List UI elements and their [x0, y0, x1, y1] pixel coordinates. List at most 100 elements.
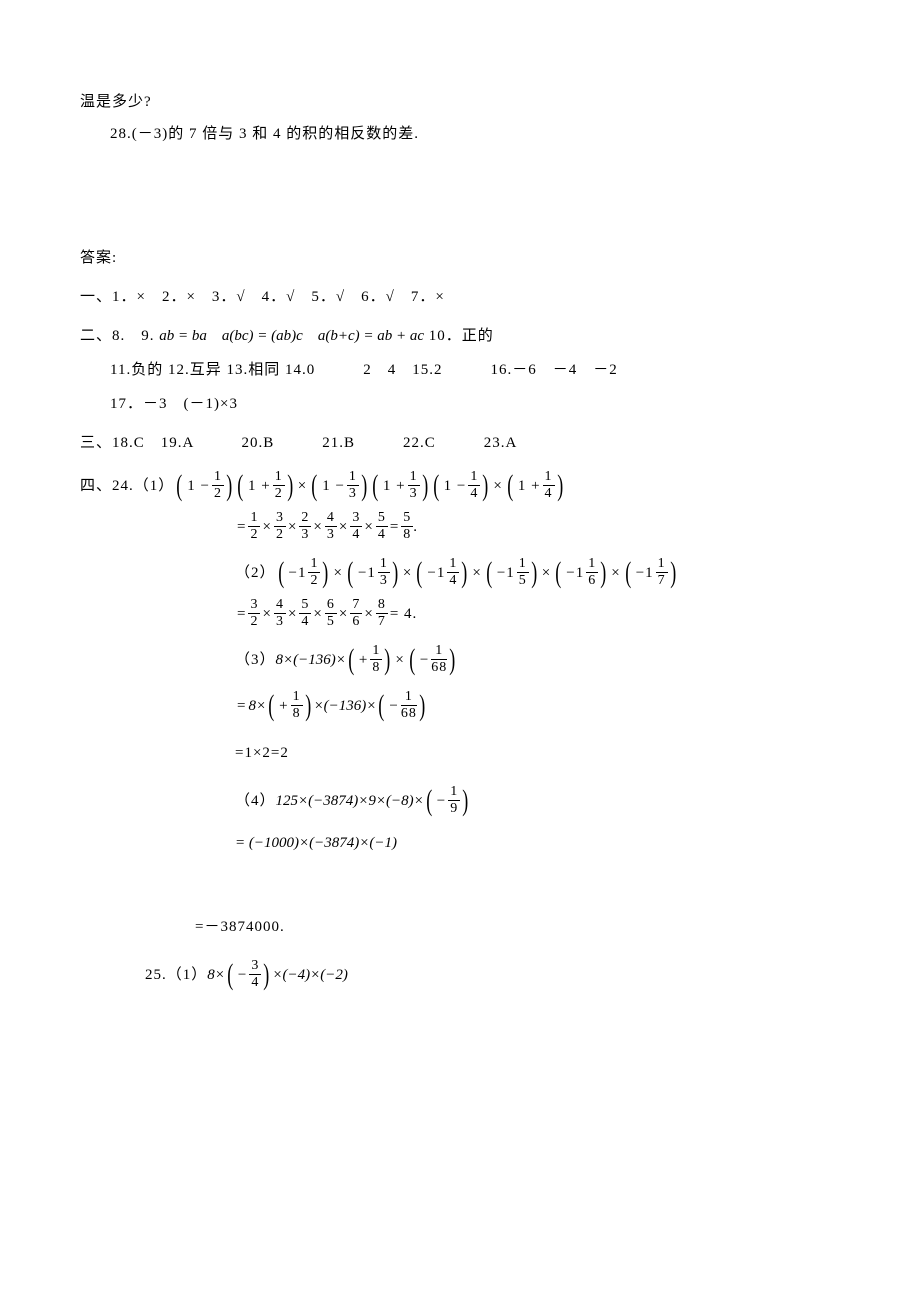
fraction: 15 [517, 557, 529, 588]
paren-group: ( − 19 ) [424, 785, 471, 816]
fraction: 32 [274, 511, 286, 542]
eq-sign: = [235, 602, 248, 626]
period: . [413, 515, 418, 539]
fraction: 12 [212, 470, 224, 501]
eq-sign: = [235, 515, 248, 539]
q24-4-head: 125×(−3874)×9×(−8)× [276, 789, 424, 813]
q24-3-line3: =1×2=2 [80, 741, 840, 765]
paren-group: (1 −14) [431, 470, 492, 501]
fraction: 13 [378, 557, 390, 588]
fraction: 14 [447, 557, 459, 588]
fraction: 34 [350, 511, 362, 542]
section-3-items: 18.C 19.A 20.B 21.B 22.C 23.A [112, 435, 517, 451]
fraction: 14 [468, 470, 480, 501]
section-1: 一、1．× 2．× 3．√ 4．√ 5．√ 6．√ 7．× [80, 285, 840, 309]
fraction: 14 [543, 470, 555, 501]
fraction: 32 [248, 598, 260, 629]
q24-2-expression: (−112)×(−113)×(−114)×(−115)×(−116)×(−117… [276, 557, 679, 588]
frac: 18 [370, 644, 382, 675]
q24-2-result: = 32×43×54×65×76×87 = 4. [80, 598, 840, 629]
question-28: 28.(－3)的 7 倍与 3 和 4 的积的相反数的差. [80, 122, 840, 146]
q24-1-result: = 12×32×23×43×34×54 = 58 . [80, 511, 840, 542]
q24-2-result-fracs: 32×43×54×65×76×87 [248, 598, 387, 629]
frac: 34 [249, 959, 261, 990]
q24-3-line1: （3） 8×(−136)× ( + 18 ) × ( − 168 ) [80, 644, 840, 675]
q25-1-label: 25.（1） [145, 963, 207, 987]
frac: 168 [401, 690, 417, 721]
q24-1-final: 58 [401, 511, 413, 542]
section-1-label: 一、 [80, 289, 112, 305]
fraction: 43 [274, 598, 286, 629]
q24-4-line1: （4） 125×(−3874)×9×(−8)× ( − 19 ) [80, 785, 840, 816]
q24-3-line2: = 8× ( + 18 ) ×(−136)× ( − 168 ) [80, 690, 840, 721]
paren-group: (1 +13) [370, 470, 431, 501]
fraction: 18 [291, 690, 303, 721]
q24-3-l2-head: 8× [248, 694, 266, 718]
fraction: 168 [401, 690, 417, 721]
document-body: 温是多少? 28.(－3)的 7 倍与 3 和 4 的积的相反数的差. 答案: … [80, 90, 840, 990]
fraction: 17 [656, 557, 668, 588]
q24-4-label: （4） [235, 789, 276, 813]
fraction: 13 [347, 470, 359, 501]
q25-1-tail: ×(−4)×(−2) [272, 963, 347, 987]
paren-group: (−117) [623, 557, 679, 588]
section-2-prefix: 8. 9. [112, 328, 155, 344]
fraction: 76 [350, 598, 362, 629]
paren-group: (1 −13) [309, 470, 370, 501]
paren-group: (−112) [276, 557, 332, 588]
fraction: 19 [448, 785, 460, 816]
q25-1-head: 8× [207, 963, 225, 987]
q24-4-line2: = (−1000)×(−3874)×(−1) [80, 831, 840, 855]
sign: − [236, 963, 249, 987]
sign: + [357, 648, 370, 672]
fraction: 54 [299, 598, 311, 629]
q24-2-label: （2） [235, 561, 276, 585]
fraction: 87 [376, 598, 388, 629]
fraction: 13 [408, 470, 420, 501]
paren-group: (−113) [345, 557, 401, 588]
q24-1-label: 24.（1） [112, 474, 174, 498]
section-4-label: 四、 [80, 474, 112, 498]
q24-2-header: （2） (−112)×(−113)×(−114)×(−115)×(−116)×(… [80, 557, 840, 588]
fraction: 18 [370, 644, 382, 675]
fraction: 16 [586, 557, 598, 588]
frac: 18 [291, 690, 303, 721]
section-2-line1: 二、8. 9. ab = ba a(bc) = (ab)c a(b+c) = a… [80, 324, 840, 348]
section-3: 三、18.C 19.A 20.B 21.B 22.C 23.A [80, 431, 840, 455]
q24-1-result-fracs: 12×32×23×43×34×54 [248, 511, 387, 542]
paren-group: ( + 18 ) [346, 644, 393, 675]
section-2-math: ab = ba a(bc) = (ab)c a(b+c) = ab + ac [159, 328, 424, 344]
paren-group: (1 +12) [235, 470, 296, 501]
paren-group: (1 +14) [505, 470, 566, 501]
section-2-label: 二、 [80, 328, 112, 344]
paren-group: ( − 34 ) [225, 959, 272, 990]
paren-group: (1 −12) [174, 470, 235, 501]
fraction: 65 [325, 598, 337, 629]
paren-group: ( + 18 ) [266, 690, 313, 721]
fraction: 23 [299, 511, 311, 542]
q24-2-tail: = 4. [388, 602, 419, 626]
answers-title: 答案: [80, 246, 840, 270]
fraction: 58 [401, 511, 413, 542]
paren-group: ( − 168 ) [407, 644, 458, 675]
q24-4-line3: =－3874000. [80, 915, 840, 939]
sign: − [387, 694, 400, 718]
paren-group: (−116) [553, 557, 609, 588]
frac: 168 [431, 644, 447, 675]
section-2-line2: 11.负的 12.互异 13.相同 14.0 2 4 15.2 16.－6 －4… [80, 358, 840, 382]
header-line1: 温是多少? [80, 90, 840, 114]
paren-group: (−115) [484, 557, 540, 588]
sign: + [277, 694, 290, 718]
eq-sign-2: = [388, 515, 401, 539]
fraction: 43 [325, 511, 337, 542]
sign: − [418, 648, 431, 672]
frac: 19 [448, 785, 460, 816]
fraction: 168 [431, 644, 447, 675]
paren-group: (−114) [414, 557, 470, 588]
fraction: 54 [376, 511, 388, 542]
fraction: 12 [308, 557, 320, 588]
q24-3-label: （3） [235, 648, 276, 672]
section-2-line3: 17．－3 (－1)×3 [80, 392, 840, 416]
section-3-label: 三、 [80, 435, 112, 451]
sign: − [435, 789, 448, 813]
